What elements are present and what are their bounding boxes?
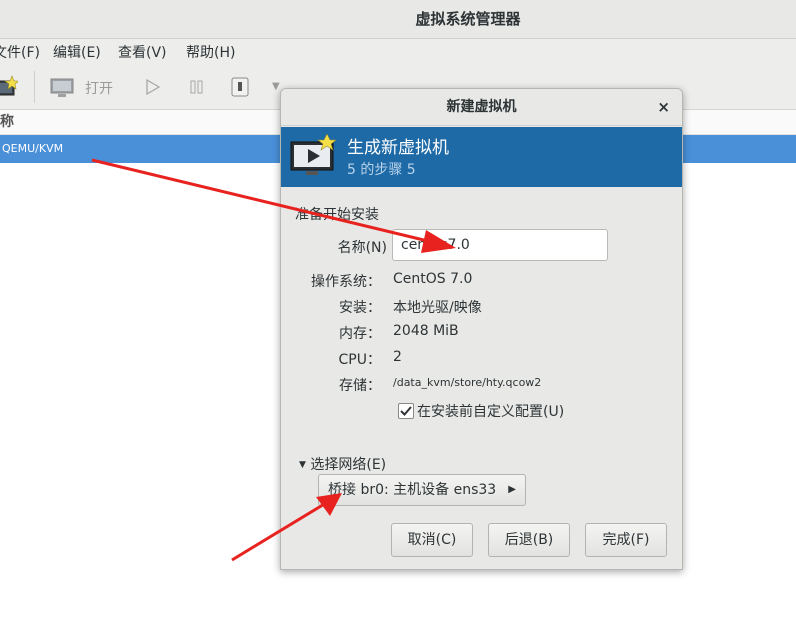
annotation-arrow-network — [231, 493, 342, 562]
annotation-arrows — [91, 158, 456, 562]
annotation-arrow-name — [91, 158, 456, 253]
